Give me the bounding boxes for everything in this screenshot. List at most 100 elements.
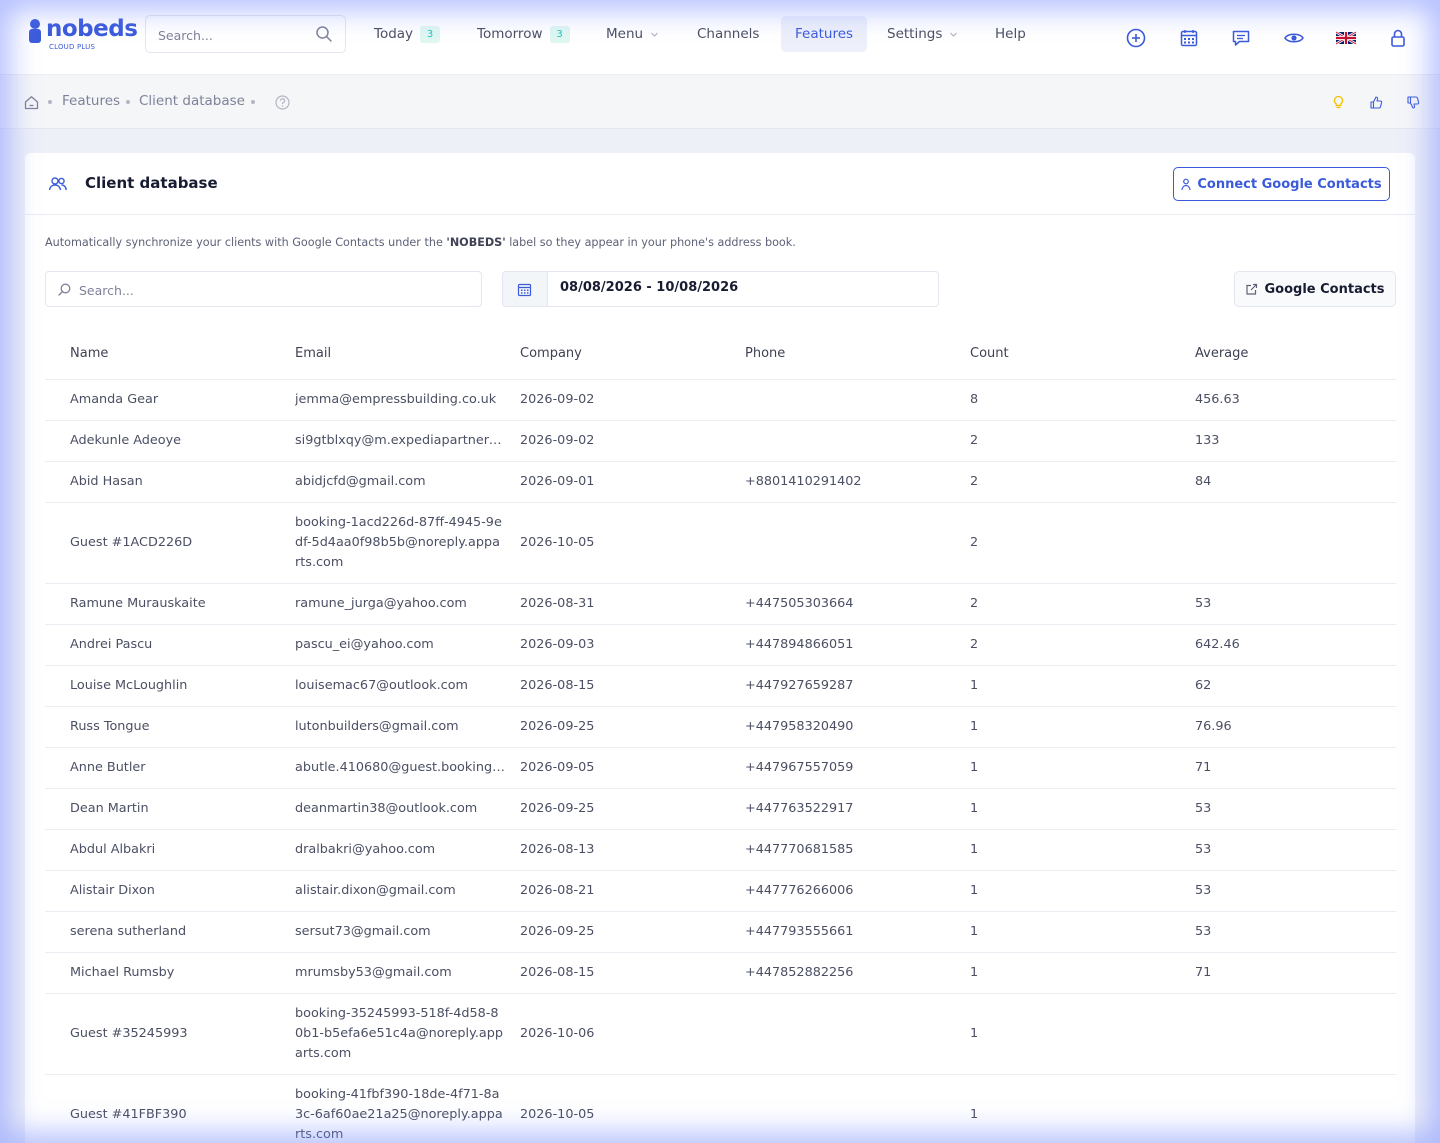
- client-search-input[interactable]: [79, 280, 459, 300]
- cell-name: Dean Martin: [70, 801, 149, 816]
- cell-name: Ramune Murauskaite: [70, 596, 206, 611]
- cell-average: 53: [1195, 924, 1212, 939]
- google-contacts-button[interactable]: Google Contacts: [1234, 271, 1396, 307]
- sync-description: Automatically synchronize your clients w…: [45, 236, 796, 249]
- nav-menu[interactable]: Menu: [592, 16, 673, 52]
- nav-help-label: Help: [995, 26, 1026, 42]
- logo-tagline: CLOUD PLUS: [49, 43, 96, 51]
- column-header-company[interactable]: Company: [520, 346, 735, 361]
- nav-settings[interactable]: Settings: [873, 16, 972, 52]
- column-header-average[interactable]: Average: [1195, 346, 1385, 361]
- cell-name: Abdul Albakri: [70, 842, 156, 857]
- cell-company: 2026-09-25: [520, 719, 595, 734]
- date-range-value: 08/08/2026 - 10/08/2026: [560, 280, 739, 295]
- cell-email: ramune_jurga@yahoo.com: [295, 596, 467, 611]
- table-row[interactable]: Russ Tongue lutonbuilders@gmail.com 2026-0…: [45, 707, 1396, 748]
- nav-channels-label: Channels: [697, 26, 760, 42]
- nobeds-logo[interactable]: nobeds CLOUD PLUS: [26, 16, 138, 56]
- cell-count: 1: [970, 719, 979, 734]
- lightbulb-icon[interactable]: [1330, 94, 1347, 111]
- table-row[interactable]: Alistair Dixon alistair.dixon@gmail.com 20…: [45, 871, 1396, 912]
- cell-company: 2026-09-25: [520, 801, 595, 816]
- table-row[interactable]: Michael Rumsby mrumsby53@gmail.com 2026-08…: [45, 953, 1396, 994]
- table-row[interactable]: Adekunle Adeoye si9gtblxqy@m.expediapartn…: [45, 421, 1396, 462]
- nav-today[interactable]: Today 3: [360, 16, 454, 52]
- column-header-name[interactable]: Name: [70, 346, 285, 361]
- cell-company: 2026-08-15: [520, 965, 595, 980]
- table-row[interactable]: Dean Martin deanmartin38@outlook.com 2026-…: [45, 789, 1396, 830]
- calendar-icon[interactable]: [1178, 27, 1200, 49]
- cell-count: 1: [970, 760, 979, 775]
- cell-name: Abid Hasan: [70, 474, 143, 489]
- table-row[interactable]: Amanda Gear jemma@empressbuilding.co.uk 20…: [45, 380, 1396, 421]
- lock-icon[interactable]: [1387, 27, 1409, 49]
- column-header-phone[interactable]: Phone: [745, 346, 960, 361]
- cell-average: 53: [1195, 596, 1212, 611]
- table-row[interactable]: serena sutherland sersut73@gmail.com 2026-…: [45, 912, 1396, 953]
- card-header: Client database Connect Google Contacts: [25, 153, 1415, 215]
- uk-flag-icon[interactable]: [1335, 27, 1357, 49]
- cell-phone: +447770681585: [745, 842, 854, 857]
- cell-email: pascu_ei@yahoo.com: [295, 637, 434, 652]
- cell-email: booking-41fbf390-18de-4f71-8a3c-6af60ae2…: [295, 1087, 503, 1142]
- cell-name: Guest #35245993: [70, 1026, 188, 1041]
- table-row[interactable]: Andrei Pascu pascu_ei@yahoo.com 2026-09-03…: [45, 625, 1396, 666]
- eye-icon[interactable]: [1283, 27, 1305, 49]
- cell-average: 76.96: [1195, 719, 1232, 734]
- breadcrumb-features[interactable]: Features: [62, 93, 120, 109]
- cell-phone: +447927659287: [745, 678, 854, 693]
- page-title: Client database: [85, 174, 218, 192]
- home-icon[interactable]: [23, 94, 40, 111]
- nav-tomorrow-label: Tomorrow: [477, 26, 543, 42]
- google-contacts-label: Google Contacts: [1264, 281, 1385, 297]
- cell-company: 2026-10-05: [520, 1107, 595, 1122]
- cell-email: abidjcfd@gmail.com: [295, 474, 426, 489]
- table-row[interactable]: Ramune Murauskaite ramune_jurga@yahoo.com…: [45, 584, 1396, 625]
- cell-company: 2026-09-02: [520, 392, 595, 407]
- cell-count: 1: [970, 924, 979, 939]
- cell-email: booking-35245993-518f-4d58-80b1-b5efa6e5…: [295, 1006, 503, 1061]
- cell-email: sersut73@gmail.com: [295, 924, 431, 939]
- nav-tomorrow[interactable]: Tomorrow 3: [463, 16, 584, 52]
- cell-count: 1: [970, 842, 979, 857]
- cell-email: lutonbuilders@gmail.com: [295, 719, 459, 734]
- message-icon[interactable]: [1230, 27, 1252, 49]
- cell-phone: +447763522917: [745, 801, 854, 816]
- cell-phone: +8801410291402: [745, 474, 862, 489]
- thumbs-down-icon[interactable]: [1405, 94, 1422, 111]
- connect-google-contacts-button[interactable]: Connect Google Contacts: [1173, 167, 1390, 201]
- table-row[interactable]: Anne Butler abutle.410680@guest.booking.c…: [45, 748, 1396, 789]
- date-range-picker[interactable]: 08/08/2026 - 10/08/2026: [502, 271, 939, 307]
- table-row[interactable]: Abid Hasan abidjcfd@gmail.com 2026-09-01 +8…: [45, 462, 1396, 503]
- client-search: [45, 271, 482, 307]
- cell-phone: +447852882256: [745, 965, 854, 980]
- cell-name: Andrei Pascu: [70, 637, 153, 652]
- column-header-count[interactable]: Count: [970, 346, 1185, 361]
- cell-count: 1: [970, 883, 979, 898]
- table-body: Amanda Gear jemma@empressbuilding.co.uk 20…: [45, 380, 1396, 1143]
- nav-features[interactable]: Features: [781, 16, 868, 52]
- table-row[interactable]: Guest #35245993 booking-35245993-518f-4d5…: [45, 994, 1396, 1075]
- description-prefix: Automatically synchronize your clients w…: [45, 236, 447, 249]
- cell-average: 53: [1195, 842, 1212, 857]
- date-range-calendar-button[interactable]: [503, 272, 548, 306]
- cell-average: 53: [1195, 883, 1212, 898]
- cell-average: 84: [1195, 474, 1212, 489]
- help-circle-icon[interactable]: [274, 94, 291, 111]
- table-row[interactable]: Abdul Albakri dralbakri@yahoo.com 2026-08-…: [45, 830, 1396, 871]
- nav-channels[interactable]: Channels: [683, 16, 773, 52]
- table-row[interactable]: Guest #41FBF390 booking-41fbf390-18de-4f7…: [45, 1075, 1396, 1143]
- breadcrumb-client-database[interactable]: Client database: [139, 93, 245, 109]
- table-row[interactable]: Guest #1ACD226D booking-1acd226d-87ff-494…: [45, 503, 1396, 584]
- thumbs-up-icon[interactable]: [1368, 94, 1385, 111]
- cell-company: 2026-08-15: [520, 678, 595, 693]
- global-search-input[interactable]: [158, 25, 308, 45]
- column-header-email[interactable]: Email: [295, 346, 505, 361]
- user-icon: [1181, 178, 1191, 190]
- search-icon[interactable]: [315, 25, 333, 43]
- add-circle-icon[interactable]: [1125, 27, 1147, 49]
- cell-phone: +447776266006: [745, 883, 854, 898]
- nav-help[interactable]: Help: [981, 16, 1040, 52]
- table-row[interactable]: Louise McLoughlin louisemac67@outlook.com…: [45, 666, 1396, 707]
- cell-email: booking-1acd226d-87ff-4945-9edf-5d4aa0f9…: [295, 515, 502, 570]
